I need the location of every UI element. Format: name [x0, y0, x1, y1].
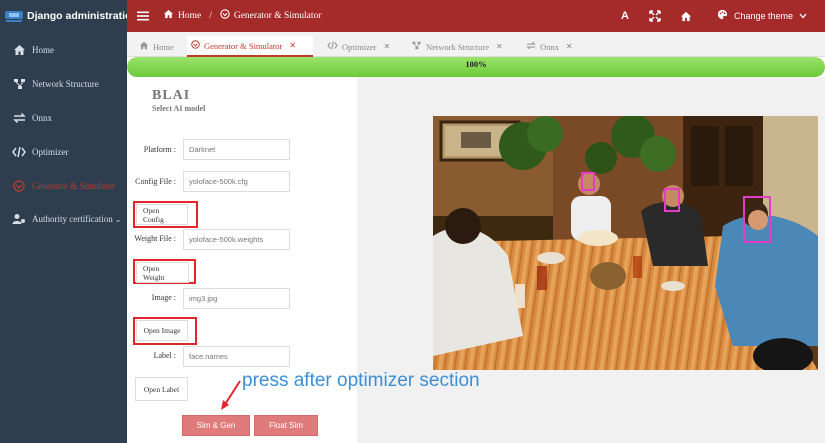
- float-sim-button[interactable]: Float Sim: [254, 415, 318, 436]
- tab-optimizer[interactable]: Optimizer ✕: [323, 36, 394, 57]
- tab-label: Home: [153, 41, 174, 52]
- tab-label: Optimizer: [342, 41, 377, 52]
- home-button-icon[interactable]: [679, 9, 693, 23]
- label-file-label: Label :: [153, 351, 176, 360]
- generator-icon: [191, 40, 200, 51]
- close-icon[interactable]: ✕: [383, 42, 390, 51]
- app-title: Django administration: [27, 10, 138, 22]
- network-icon: [411, 41, 422, 52]
- close-icon[interactable]: ✕: [566, 42, 573, 51]
- home-icon: [12, 43, 26, 57]
- image-field[interactable]: img3.jpg: [183, 288, 290, 309]
- change-theme-label: Change theme: [733, 10, 793, 21]
- sidebar-item-label: Network Structure: [32, 79, 99, 89]
- sidebar-item-generator-simulator[interactable]: Generator & Simulator: [0, 171, 127, 201]
- tab-network-structure[interactable]: Network Structure ✕: [407, 36, 507, 57]
- breadcrumb-home[interactable]: Home: [178, 11, 201, 21]
- annotation-text: press after optimizer section: [242, 370, 480, 391]
- code-icon: [12, 145, 26, 159]
- weight-file-label: Weight File :: [134, 234, 176, 243]
- face-detection-box: [743, 196, 771, 243]
- home-icon: [163, 9, 174, 22]
- tab-label: Generator & Simulator: [204, 40, 283, 51]
- platform-label: Platform :: [143, 145, 176, 154]
- close-icon[interactable]: ✕: [496, 42, 503, 51]
- brand[interactable]: Django administration: [0, 0, 138, 32]
- sidebar-item-label: Home: [32, 45, 54, 55]
- image-label: Image :: [151, 293, 176, 302]
- breadcrumb-separator: /: [209, 10, 212, 21]
- sidebar-item-authority-certification[interactable]: Authority certification ⌄: [0, 204, 127, 234]
- change-theme-button[interactable]: Change theme: [717, 9, 807, 22]
- config-file-label: Config File :: [135, 177, 176, 186]
- face-detection-box: [581, 172, 595, 191]
- open-image-button[interactable]: Open Image: [136, 320, 188, 341]
- form-subtitle: Select AI model: [152, 104, 206, 113]
- open-label-button[interactable]: Open Label: [135, 377, 188, 401]
- sidebar-item-label: Generator & Simulator: [32, 181, 115, 191]
- config-file-field[interactable]: yoloface-500k.cfg: [183, 171, 290, 192]
- code-icon: [327, 41, 338, 52]
- swap-icon: [526, 41, 536, 52]
- tab-label: Onnx: [540, 41, 559, 52]
- sidebar-item-home[interactable]: Home: [0, 35, 127, 65]
- generator-icon: [220, 9, 230, 22]
- top-bar: Home / Generator & Simulator A Change th…: [127, 0, 825, 32]
- tab-home[interactable]: Home: [135, 36, 178, 57]
- progress-bar: 100%: [127, 57, 825, 77]
- close-icon[interactable]: ✕: [289, 41, 296, 50]
- menu-toggle-icon[interactable]: [137, 9, 149, 21]
- tab-onnx[interactable]: Onnx ✕: [522, 36, 577, 57]
- breadcrumb-current: Generator & Simulator: [233, 10, 322, 21]
- sidebar-item-network-structure[interactable]: Network Structure: [0, 69, 127, 99]
- open-weight-button[interactable]: Open Weight: [136, 262, 189, 283]
- tab-generator-simulator[interactable]: Generator & Simulator ✕: [187, 36, 313, 57]
- sim-gen-button[interactable]: Sim & Gen: [182, 415, 250, 436]
- network-icon: [12, 77, 26, 91]
- tab-bar: Home Generator & Simulator ✕ Optimizer ✕…: [127, 32, 825, 57]
- detection-result-image: [433, 116, 818, 370]
- swap-icon: [12, 111, 26, 125]
- tab-label: Network Structure: [426, 41, 490, 52]
- progress-label: 100%: [465, 59, 487, 69]
- sidebar-item-label: Optimizer: [32, 147, 69, 157]
- font-size-button[interactable]: A: [618, 9, 632, 23]
- sidebar-item-label: Onnx: [32, 113, 52, 123]
- django-logo-icon: [4, 7, 24, 25]
- label-file-field[interactable]: face.names: [183, 346, 290, 367]
- sidebar: Django administration Home Network Struc…: [0, 0, 138, 443]
- users-icon: [12, 212, 26, 226]
- open-config-button[interactable]: Open Config: [136, 204, 188, 225]
- chevron-down-icon: ⌄: [114, 214, 122, 224]
- sidebar-item-onnx[interactable]: Onnx: [0, 103, 127, 133]
- sidebar-item-label: Authority certification: [32, 214, 113, 224]
- platform-field[interactable]: Darknet: [183, 139, 290, 160]
- generator-icon: [12, 179, 26, 193]
- breadcrumb: Home / Generator & Simulator: [163, 9, 321, 22]
- home-icon: [139, 41, 149, 52]
- fullscreen-icon[interactable]: [648, 9, 662, 23]
- weight-file-field[interactable]: yoloface-500k.weights: [183, 229, 290, 250]
- palette-icon: [717, 9, 728, 22]
- form-title: BLAI: [152, 88, 191, 103]
- chevron-down-icon: [799, 11, 807, 21]
- face-detection-box: [664, 188, 680, 212]
